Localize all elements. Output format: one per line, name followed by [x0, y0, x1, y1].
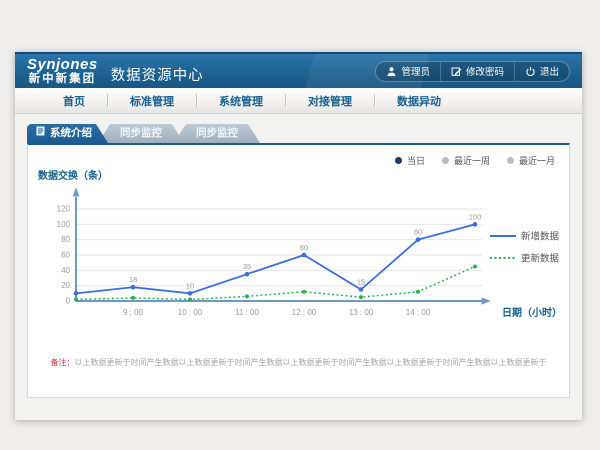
logo-text-en: Synjones [27, 57, 98, 72]
footnote: 备注：以上数据更新于时间产生数据以上数据更新于时间产生数据以上数据更新于时间产生… [28, 357, 569, 368]
nav-item-1[interactable]: 标准管理 [108, 93, 196, 109]
app-header: Synjones 新中新集团 数据资源中心 管理员 修改密码 退出 [15, 52, 582, 88]
nav-item-0[interactable]: 首页 [41, 93, 107, 109]
range-filter-label: 最近一周 [454, 154, 490, 167]
data-point [416, 237, 421, 242]
data-point [359, 295, 363, 299]
power-icon [525, 66, 536, 77]
legend-label: 新增数据 [521, 231, 560, 243]
data-point [131, 285, 136, 290]
tab-1[interactable]: 同步监控 [98, 124, 184, 143]
user-menu-label: 管理员 [401, 64, 430, 78]
nav-item-4[interactable]: 数据异动 [375, 93, 463, 109]
legend-label: 更新数据 [521, 253, 560, 265]
tab-label: 同步监控 [196, 127, 238, 139]
y-tick-label: 100 [57, 220, 71, 229]
range-filter-1[interactable]: 最近一周 [442, 154, 490, 167]
range-filter-0[interactable]: 当日 [395, 154, 425, 167]
range-filter-label: 当日 [407, 154, 425, 167]
tab-0-active[interactable]: 系统介绍 [27, 124, 108, 143]
data-point [245, 294, 249, 298]
nav-item-3[interactable]: 对接管理 [286, 93, 374, 109]
tab-label: 系统介绍 [50, 124, 92, 143]
app-window: Synjones 新中新集团 数据资源中心 管理员修改密码退出 首页标准管理系统… [15, 52, 582, 420]
data-point [188, 291, 193, 296]
data-point-label: 15 [357, 278, 365, 287]
radio-dot-icon [507, 157, 514, 164]
edit-icon [451, 66, 462, 77]
radio-dot-icon [442, 157, 449, 164]
exchange-line-chart: 0 20 40 60 80 100 120 9 : 00 10 : 00 11 : 00 12 : … [34, 179, 564, 339]
user-menu: 管理员 修改密码 退出 [375, 61, 570, 82]
user-menu-item-power[interactable]: 退出 [514, 62, 569, 81]
data-point [473, 265, 477, 269]
user-icon [386, 66, 397, 77]
y-tick-label: 60 [61, 251, 70, 260]
x-tick-label: 10 : 00 [178, 308, 203, 317]
data-point [416, 290, 420, 294]
user-menu-label: 修改密码 [466, 64, 504, 78]
y-tick-label: 0 [66, 297, 71, 306]
range-filter-label: 最近一月 [519, 154, 555, 167]
data-point [245, 272, 250, 277]
y-tick-label: 120 [57, 205, 71, 214]
x-tick-label: 11 : 00 [235, 308, 259, 317]
document-icon [36, 124, 45, 143]
y-tick-label: 40 [61, 266, 70, 275]
main-nav: 首页标准管理系统管理对接管理数据异动 [15, 88, 582, 114]
tab-bar: 系统介绍 同步监控 同步监控 [27, 124, 582, 143]
footnote-text: 以上数据更新于时间产生数据以上数据更新于时间产生数据以上数据更新于时间产生数据以… [75, 358, 547, 367]
content-panel: 当日最近一周最近一月 数据交换（条） 0204060801001209 : 00… [27, 143, 570, 398]
time-range-filters: 当日 最近一周 最近一月 [395, 154, 555, 167]
data-point-label: 60 [300, 243, 308, 252]
logo-text-cn: 新中新集团 [27, 74, 98, 86]
y-axis-arrow-icon [73, 187, 80, 197]
y-tick-label: 20 [61, 281, 70, 290]
data-point-label: 10 [186, 281, 194, 290]
footnote-prefix: 备注： [51, 358, 75, 367]
user-menu-item-user[interactable]: 管理员 [376, 62, 440, 81]
data-point [188, 297, 192, 301]
x-axis-title: 日期（小时） [502, 306, 562, 319]
data-point-label: 35 [243, 262, 251, 271]
legend-item-更新数据[interactable]: 更新数据 [490, 253, 560, 265]
x-tick-label: 14 : 00 [406, 308, 431, 317]
data-point [473, 222, 478, 227]
x-tick-label: 13 : 00 [349, 308, 374, 317]
range-filter-2[interactable]: 最近一月 [507, 154, 555, 167]
x-tick-label: 12 : 00 [292, 308, 317, 317]
data-point [302, 290, 306, 294]
tab-2[interactable]: 同步监控 [174, 124, 260, 143]
data-point-label: 80 [414, 228, 422, 237]
data-point [131, 296, 135, 300]
data-point-label: 18 [129, 275, 137, 284]
y-tick-label: 80 [61, 235, 70, 244]
x-axis-arrow-icon [482, 297, 492, 304]
company-logo: Synjones 新中新集团 [27, 57, 98, 86]
page-title: 数据资源中心 [111, 64, 204, 85]
data-point [302, 253, 307, 258]
user-menu-label: 退出 [540, 64, 559, 78]
data-point-label: 100 [469, 212, 482, 221]
data-point [359, 287, 364, 292]
tab-label: 同步监控 [120, 127, 162, 139]
data-point [74, 291, 79, 296]
legend-item-新增数据[interactable]: 新增数据 [490, 231, 560, 243]
user-menu-item-edit[interactable]: 修改密码 [440, 62, 514, 81]
nav-item-2[interactable]: 系统管理 [197, 93, 285, 109]
x-tick-label: 9 : 00 [123, 308, 144, 317]
radio-dot-icon [395, 157, 402, 164]
data-point [74, 297, 78, 301]
